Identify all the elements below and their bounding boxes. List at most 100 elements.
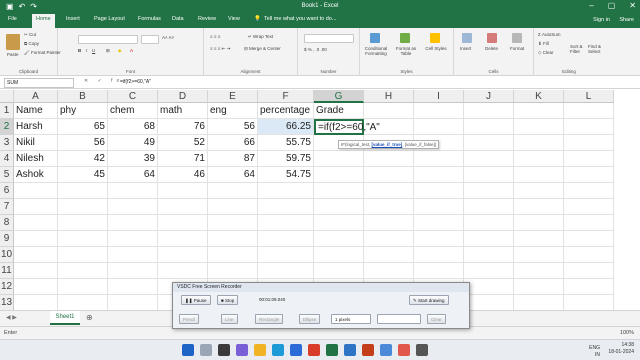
row-header-4[interactable]: 4	[0, 151, 14, 167]
insert-cells-icon[interactable]	[462, 33, 472, 43]
office-icon[interactable]	[308, 344, 320, 356]
powerpoint-icon[interactable]	[362, 344, 374, 356]
cell-B2[interactable]: 65	[58, 119, 108, 135]
cell-I6[interactable]	[414, 183, 464, 199]
cell-I2[interactable]	[414, 119, 464, 135]
delete-cells-icon[interactable]	[487, 33, 497, 43]
cell-E3[interactable]: 66	[208, 135, 258, 151]
copy-button[interactable]: ⧉ Copy	[24, 41, 39, 46]
row-header-10[interactable]: 10	[0, 247, 14, 263]
cell-E9[interactable]	[208, 231, 258, 247]
cell-K1[interactable]	[514, 103, 564, 119]
cell-D8[interactable]	[158, 215, 208, 231]
cell-B8[interactable]	[58, 215, 108, 231]
cell-L11[interactable]	[564, 263, 614, 279]
clear-button[interactable]: ◇ Clear	[538, 50, 553, 56]
chat-icon[interactable]	[236, 344, 248, 356]
row-header-7[interactable]: 7	[0, 199, 14, 215]
format-painter-button[interactable]: 🖌 Format Painter	[24, 50, 61, 56]
cell-styles-label[interactable]: Cell Styles	[424, 46, 448, 51]
pen-size-select[interactable]: 1 pixels	[331, 314, 371, 324]
fill-button[interactable]: ⬇ Fill	[538, 41, 549, 47]
system-tray[interactable]: ENG IN 14:38 18-01-2024	[589, 342, 634, 358]
cell-G1[interactable]: Grade	[314, 103, 364, 119]
cell-C1[interactable]: chem	[108, 103, 158, 119]
cell-B1[interactable]: phy	[58, 103, 108, 119]
cell-K6[interactable]	[514, 183, 564, 199]
word-icon[interactable]	[344, 344, 356, 356]
cell-K12[interactable]	[514, 279, 564, 295]
cell-B9[interactable]	[58, 231, 108, 247]
cell-B12[interactable]	[58, 279, 108, 295]
cell-A2[interactable]: Harsh	[14, 119, 58, 135]
column-header-L[interactable]: L	[564, 90, 614, 103]
column-header-E[interactable]: E	[208, 90, 258, 103]
cell-F7[interactable]	[258, 199, 314, 215]
task-view-icon[interactable]	[218, 344, 230, 356]
minimize-icon[interactable]: –	[589, 1, 593, 10]
italic-icon[interactable]: I	[86, 48, 87, 53]
app-icon[interactable]	[416, 344, 428, 356]
cell-E4[interactable]: 87	[208, 151, 258, 167]
cell-E11[interactable]	[208, 263, 258, 279]
cell-G9[interactable]	[314, 231, 364, 247]
cell-K4[interactable]	[514, 151, 564, 167]
cell-A7[interactable]	[14, 199, 58, 215]
sheet-nav-icon[interactable]: ◀ ▶	[6, 314, 17, 321]
cell-G4[interactable]	[314, 151, 364, 167]
cell-D7[interactable]	[158, 199, 208, 215]
autosum-button[interactable]: Σ AutoSum	[538, 32, 561, 37]
cell-C2[interactable]: 68	[108, 119, 158, 135]
line-tool[interactable]: Line	[221, 314, 238, 324]
cell-C8[interactable]	[108, 215, 158, 231]
underline-icon[interactable]: U	[92, 48, 95, 53]
cell-A6[interactable]	[14, 183, 58, 199]
row-header-11[interactable]: 11	[0, 263, 14, 279]
cell-H11[interactable]	[364, 263, 414, 279]
row-header-13[interactable]: 13	[0, 295, 14, 311]
cell-L10[interactable]	[564, 247, 614, 263]
cell-L12[interactable]	[564, 279, 614, 295]
cell-J12[interactable]	[464, 279, 514, 295]
cell-E5[interactable]: 64	[208, 167, 258, 183]
number-format-select[interactable]	[304, 34, 354, 43]
column-header-J[interactable]: J	[464, 90, 514, 103]
cut-button[interactable]: ✂ Cut	[24, 32, 36, 38]
cell-F1[interactable]: percentage	[258, 103, 314, 119]
cell-K2[interactable]	[514, 119, 564, 135]
column-header-K[interactable]: K	[514, 90, 564, 103]
cell-E2[interactable]: 56	[208, 119, 258, 135]
cell-L13[interactable]	[564, 295, 614, 311]
close-icon[interactable]: ✕	[629, 1, 636, 10]
cell-A4[interactable]: Nilesh	[14, 151, 58, 167]
cell-D3[interactable]: 52	[158, 135, 208, 151]
cell-D9[interactable]	[158, 231, 208, 247]
cell-E1[interactable]: eng	[208, 103, 258, 119]
cell-L2[interactable]	[564, 119, 614, 135]
cell-J13[interactable]	[464, 295, 514, 311]
row-header-3[interactable]: 3	[0, 135, 14, 151]
language-indicator[interactable]: ENG IN	[589, 345, 600, 359]
cell-K8[interactable]	[514, 215, 564, 231]
cell-H8[interactable]	[364, 215, 414, 231]
tab-view[interactable]: View	[228, 16, 240, 22]
file-explorer-icon[interactable]	[254, 344, 266, 356]
tab-insert[interactable]: Insert	[66, 16, 80, 22]
format-table-label[interactable]: Format as Table	[393, 46, 419, 56]
tell-me-box[interactable]: Tell me what you want to do...	[264, 16, 336, 22]
add-sheet-icon[interactable]: ⊕	[86, 313, 93, 322]
cell-I11[interactable]	[414, 263, 464, 279]
select-all-corner[interactable]	[0, 90, 14, 103]
cell-E10[interactable]	[208, 247, 258, 263]
tab-home[interactable]: Home	[32, 14, 55, 28]
recorder-app-icon[interactable]	[380, 344, 392, 356]
cell-H5[interactable]	[364, 167, 414, 183]
cell-D10[interactable]	[158, 247, 208, 263]
cell-G8[interactable]	[314, 215, 364, 231]
bold-icon[interactable]: B	[78, 48, 81, 53]
edge-icon[interactable]	[272, 344, 284, 356]
cell-F4[interactable]: 59.75	[258, 151, 314, 167]
cell-G7[interactable]	[314, 199, 364, 215]
cell-E6[interactable]	[208, 183, 258, 199]
cell-C12[interactable]	[108, 279, 158, 295]
